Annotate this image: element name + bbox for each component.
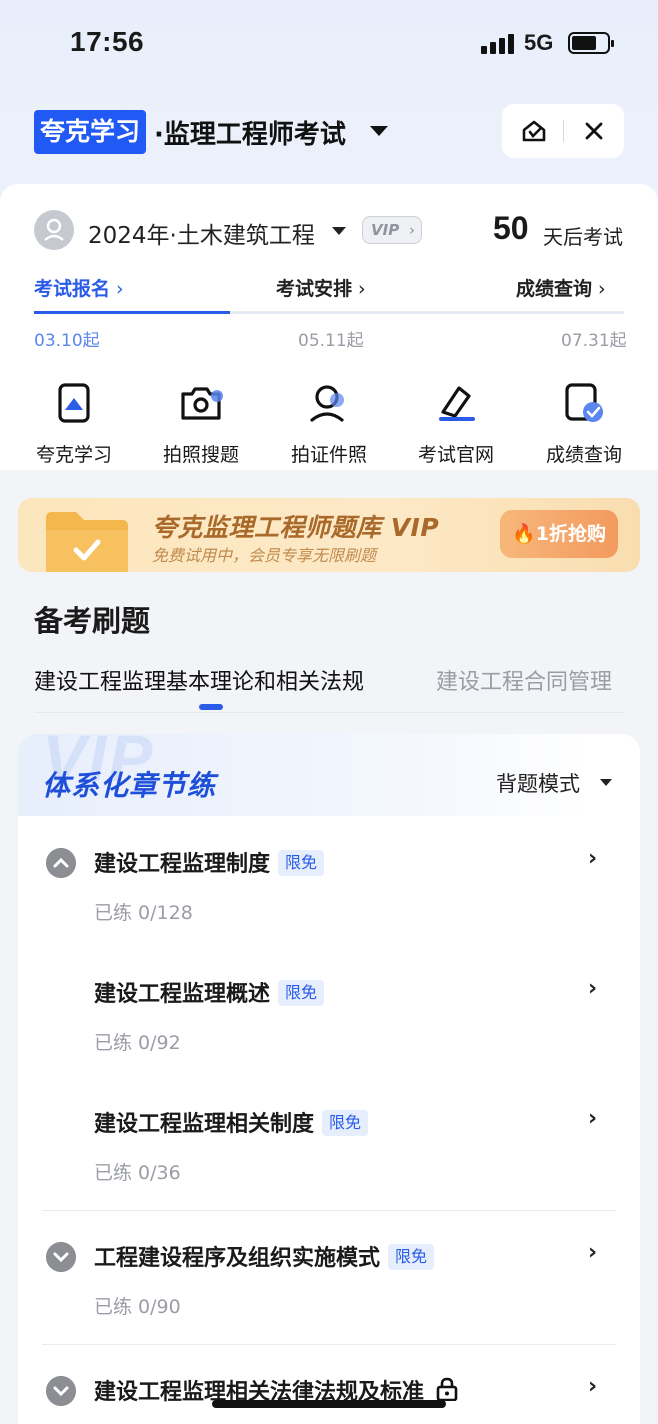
divider (34, 712, 624, 713)
chevron-right-icon: › (588, 1374, 598, 1399)
timeline-label: 考试安排 (276, 278, 353, 300)
mini-app-capsule (502, 104, 624, 158)
favorite-icon[interactable] (520, 118, 548, 144)
vip-label: VIP (371, 221, 400, 239)
free-tag: 限免 (322, 1110, 369, 1136)
quark-learn-icon (58, 383, 90, 423)
chapter-title: 工程建设程序及组织实施模式 (94, 1246, 381, 1271)
vip-purchase-button[interactable]: 🔥1折抢购 (500, 510, 618, 558)
camera-icon (181, 387, 223, 420)
signal-icon (481, 34, 515, 54)
chapter-name: 建设工程监理概述 限免 (94, 976, 325, 1008)
tool-label: 考试官网 (417, 444, 494, 466)
score-query-icon (565, 383, 603, 422)
tab-subject-contract[interactable]: 建设工程合同管理 (436, 664, 612, 696)
timeline-score[interactable]: 成绩查询 › (516, 274, 606, 301)
chevron-right-icon: › (588, 1240, 598, 1265)
tool-label: 成绩查询 (545, 444, 622, 466)
timeline-label: 考试报名 (34, 278, 111, 300)
tool-label: 拍证件照 (290, 444, 367, 466)
tool-quark-learn[interactable]: 夸克学习 (24, 380, 124, 467)
caret-down-icon[interactable] (600, 779, 612, 786)
tool-camera-search[interactable]: 拍照搜题 (151, 380, 251, 467)
timeline-registration[interactable]: 考试报名 › (34, 274, 124, 301)
avatar[interactable] (34, 210, 74, 250)
timeline-progress (34, 311, 230, 314)
free-tag: 限免 (388, 1244, 435, 1270)
tab-indicator (199, 704, 223, 710)
chevron-right-icon: › (588, 1106, 598, 1131)
brand-badge: 夸克学习 (34, 110, 147, 154)
exam-timeline: 考试报名 › 考试安排 › 成绩查询 › (0, 274, 658, 314)
chapter-progress: 已练 0/128 (94, 902, 193, 924)
tool-score-query[interactable]: 成绩查询 (534, 380, 634, 467)
chapter-name: 建设工程监理相关制度 限免 (94, 1106, 369, 1138)
tool-id-photo[interactable]: 拍证件照 (279, 380, 379, 467)
divider (42, 1344, 616, 1345)
countdown-text: 天后考试 (543, 225, 623, 249)
free-tag: 限免 (278, 850, 325, 876)
vip-badge[interactable]: VIP › (362, 216, 422, 244)
tool-label: 夸克学习 (35, 444, 112, 466)
vip-banner-title: 夸克监理工程师题库 VIP (152, 513, 440, 542)
tool-grid: 夸克学习 拍照搜题 拍证件照 考试官网 成绩查询 (0, 380, 658, 470)
vip-button-label: 1折抢购 (535, 523, 606, 545)
chevron-right-icon: › (116, 278, 124, 300)
free-tag: 限免 (278, 980, 325, 1006)
expand-icon[interactable] (46, 1242, 76, 1272)
official-site-icon (439, 386, 475, 421)
tab-subject-theory[interactable]: 建设工程监理基本理论和相关法规 (34, 664, 364, 696)
divider (42, 1210, 616, 1211)
exam-info-card: 2024年·土木建筑工程 VIP › 50 天后考试 考试报名 › 考试安排 › 成… (0, 184, 658, 470)
chapter-name: 工程建设程序及组织实施模式 限免 (94, 1240, 435, 1272)
tool-label: 拍照搜题 (162, 444, 239, 466)
chapter-progress: 已练 0/36 (94, 1162, 181, 1184)
mode-selector[interactable]: 背题模式 (496, 768, 580, 798)
timeline-label: 成绩查询 (516, 278, 593, 300)
chapter-name: 建设工程监理制度 限免 (94, 846, 325, 878)
chapter-title: 建设工程监理制度 (94, 852, 271, 877)
status-bar: 17:56 5G (0, 0, 658, 90)
chevron-right-icon: › (598, 278, 606, 300)
exam-subject-selector[interactable]: 2024年·土木建筑工程 (88, 216, 315, 250)
app-header: 夸克学习 ·监理工程师考试 (0, 100, 658, 164)
home-indicator[interactable] (212, 1400, 446, 1408)
chapter-title: 建设工程监理相关制度 (94, 1112, 315, 1137)
timeline-date: 03.10起 (34, 331, 100, 351)
chapter-title: 建设工程监理概述 (94, 982, 271, 1007)
battery-icon (568, 32, 614, 54)
fire-icon: 🔥 (512, 523, 536, 545)
chevron-right-icon: › (358, 278, 366, 300)
timeline-arrangement[interactable]: 考试安排 › (276, 274, 366, 301)
expand-icon[interactable] (46, 1376, 76, 1406)
tool-official-site[interactable]: 考试官网 (406, 380, 506, 467)
chapter-progress: 已练 0/92 (94, 1032, 181, 1054)
vip-banner[interactable]: 夸克监理工程师题库 VIP 免费试用中，会员专享无限刷题 🔥1折抢购 (18, 498, 640, 572)
section-title: 备考刷题 (34, 604, 151, 638)
caret-down-icon[interactable] (332, 227, 346, 235)
chevron-right-icon: › (588, 976, 598, 1001)
countdown-days: 50 (493, 210, 529, 246)
folder-check-icon (46, 512, 128, 572)
list-title: 体系化章节练 (42, 769, 217, 802)
lock-icon (436, 1377, 458, 1401)
user-icon (44, 218, 64, 241)
chevron-right-icon: › (588, 846, 598, 871)
chapter-practice-card: VIP 体系化章节练 背题模式 建设工程监理制度 限免 已练 0/128 › 建设… (18, 734, 640, 1424)
collapse-icon[interactable] (46, 848, 76, 878)
caret-down-icon[interactable] (370, 126, 388, 136)
network-label: 5G (524, 30, 554, 55)
chapter-progress: 已练 0/90 (94, 1296, 181, 1318)
timeline-date: 07.31起 (561, 331, 627, 351)
timeline-date: 05.11起 (298, 331, 364, 351)
close-icon[interactable] (582, 119, 606, 143)
status-time: 17:56 (70, 26, 145, 57)
vip-banner-subtitle: 免费试用中，会员专享无限刷题 (152, 546, 377, 565)
id-photo-icon (310, 385, 344, 422)
page-title[interactable]: ·监理工程师考试 (154, 114, 346, 151)
chevron-right-icon: › (409, 221, 415, 239)
